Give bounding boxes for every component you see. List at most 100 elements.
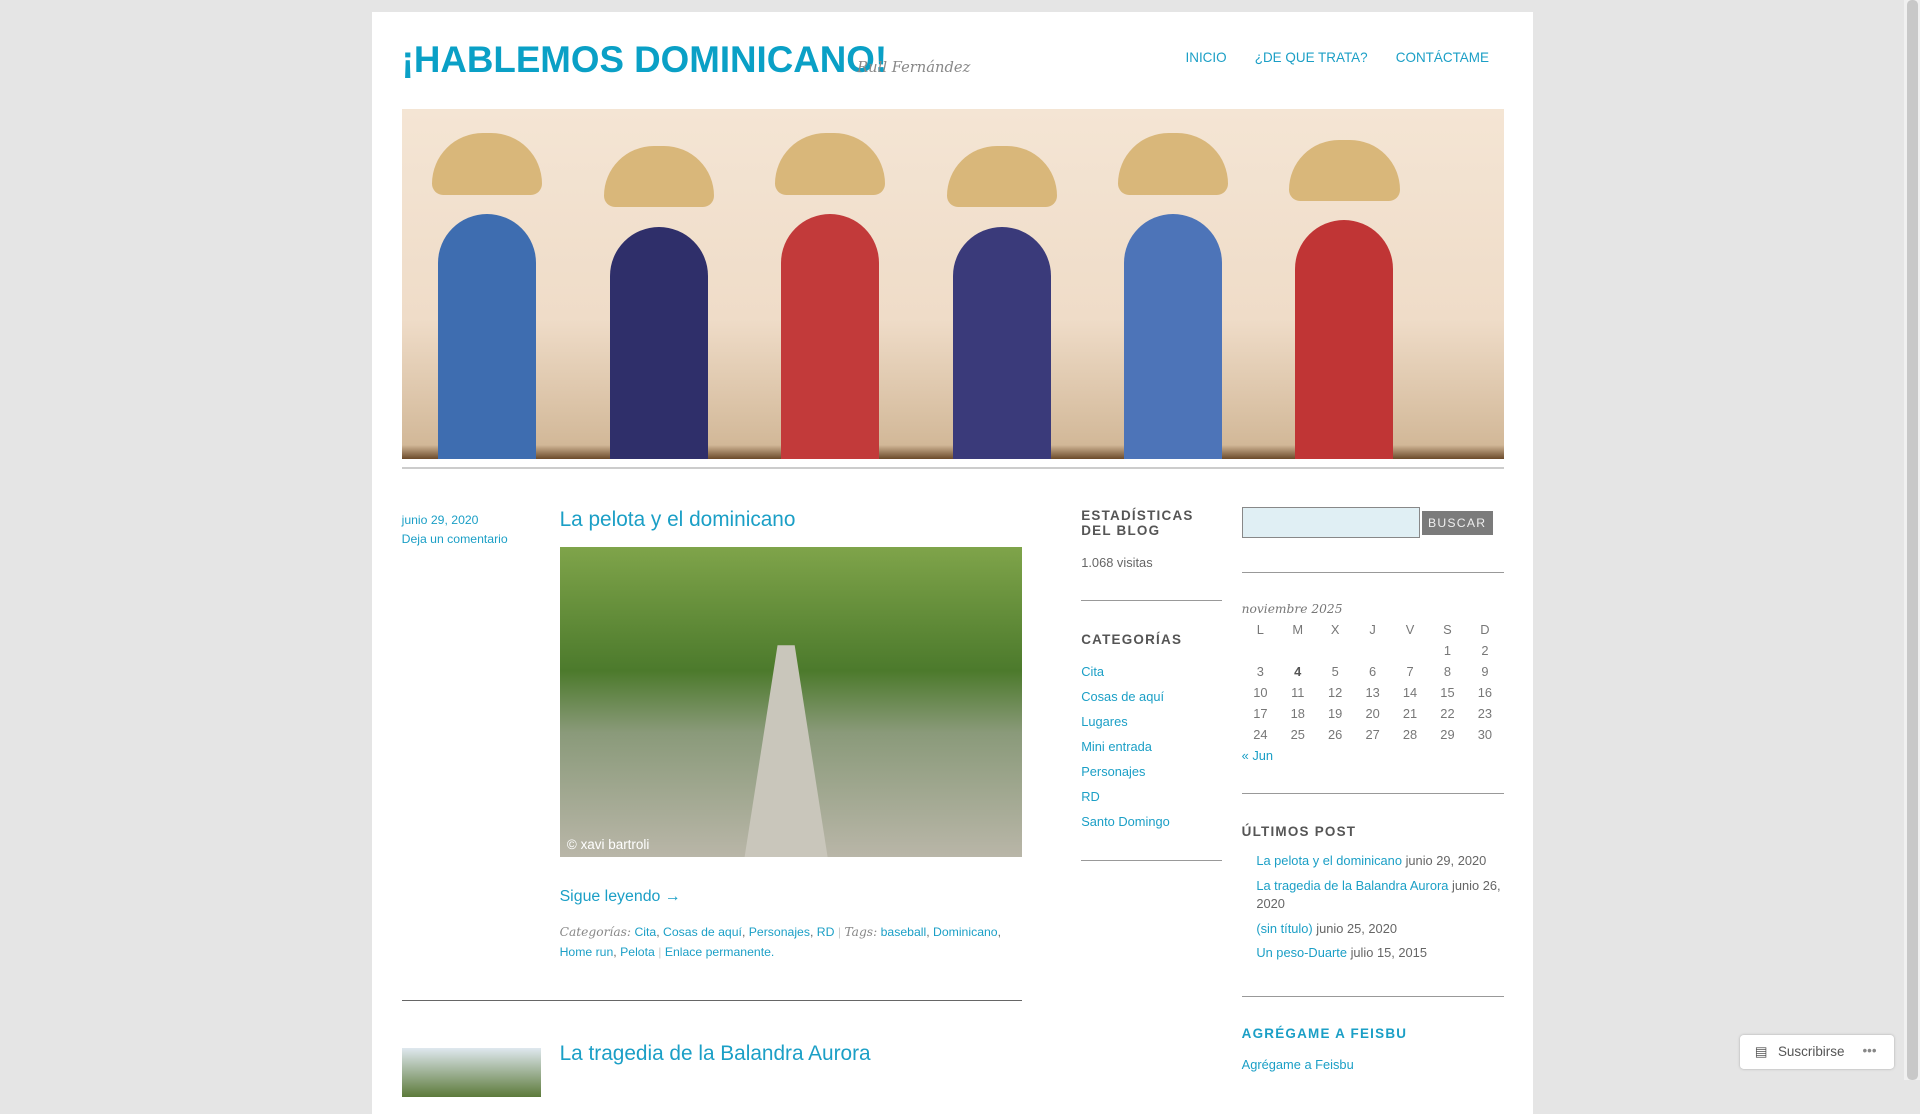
stats-widget-title: ESTADÍSTICAS DEL BLOG	[1081, 508, 1194, 539]
widget-divider	[1081, 599, 1223, 601]
calendar-week: 3 4 5 6 7 8 9	[1242, 661, 1504, 682]
post-image[interactable]: © xavi bartroli	[559, 547, 1023, 858]
recent-post-item: (sin título) junio 25, 2020	[1256, 920, 1507, 938]
subscribe-icon: ▤	[1754, 1044, 1768, 1060]
calendar-day: 22	[1440, 705, 1455, 721]
calendar-day: 18	[1290, 705, 1305, 721]
recent-posts-title: ÚLTIMOS POST	[1241, 824, 1357, 840]
calendar-day: 11	[1291, 684, 1305, 700]
visit-count: 1.068 visitas	[1081, 554, 1153, 570]
calendar-week: 10 11 12 13 14 15 16	[1242, 682, 1504, 703]
calendar-day	[1354, 640, 1391, 661]
recent-post-date: julio 15, 2015	[1350, 945, 1427, 961]
calendar-day-header: J	[1369, 622, 1376, 638]
widget-divider	[1241, 571, 1504, 573]
calendar-day-header: S	[1443, 622, 1452, 638]
comment-link[interactable]: Deja un comentario	[402, 532, 508, 546]
post2-title[interactable]: La tragedia de la Balandra Aurora	[560, 1042, 871, 1066]
calendar-day: 8	[1443, 664, 1452, 680]
category-item[interactable]: Cosas de aquí	[1081, 689, 1164, 704]
calendar-day-header: V	[1405, 622, 1415, 638]
widget-divider	[1081, 859, 1223, 861]
tag-link[interactable]: Pelota	[620, 945, 655, 959]
calendar-prev-link[interactable]: « Jun	[1242, 748, 1273, 763]
categories-label: Categorías:	[559, 925, 632, 940]
search-input[interactable]	[1241, 506, 1420, 539]
calendar-day	[1279, 640, 1316, 661]
calendar-day-header: M	[1292, 622, 1304, 638]
calendar-day: 12	[1328, 684, 1343, 700]
calendar-day	[1242, 640, 1279, 661]
category-link[interactable]: Cosas de aquí	[663, 925, 742, 939]
recent-post-date: junio 25, 2020	[1316, 920, 1397, 936]
calendar-day: 20	[1365, 705, 1380, 721]
tag-link[interactable]: Dominicano	[933, 925, 998, 939]
calendar: LMXJVSD 1 2 3 4 5 6 7 8 9 10 11 12 13 14 15 16 17 18 19 20 2…	[1242, 620, 1504, 745]
tags-label: Tags:	[844, 925, 878, 940]
post-title[interactable]: La pelota y el dominicano	[560, 508, 796, 532]
read-more-link[interactable]: Sigue leyendo →	[560, 888, 681, 906]
category-item[interactable]: Lugares	[1081, 714, 1127, 729]
facebook-widget-title[interactable]: AGRÉGAME A FEISBU	[1242, 1026, 1408, 1041]
recent-post-link[interactable]: La pelota y el dominicano	[1256, 853, 1402, 868]
calendar-day: 23	[1477, 705, 1493, 721]
nav-de-que-trata[interactable]: ¿DE QUE TRATA?	[1255, 50, 1368, 65]
category-link[interactable]: Personajes	[749, 925, 810, 939]
widget-divider	[1241, 793, 1504, 795]
category-item[interactable]: Mini entrada	[1081, 739, 1152, 754]
calendar-day: 24	[1253, 726, 1268, 742]
category-item[interactable]: Santo Domingo	[1081, 814, 1170, 829]
tag-link[interactable]: Home run	[560, 945, 614, 959]
calendar-day: 4	[1294, 664, 1302, 680]
calendar-day: 29	[1440, 726, 1455, 742]
calendar-day: 28	[1402, 726, 1418, 742]
calendar-day: 26	[1328, 726, 1343, 742]
calendar-day: 13	[1365, 684, 1380, 700]
calendar-day: 3	[1256, 664, 1264, 680]
subscribe-button[interactable]: Suscribirse	[1778, 1044, 1845, 1059]
recent-post-item: Un peso-Duarte julio 15, 2015	[1256, 944, 1507, 962]
post-divider	[401, 1000, 1023, 1002]
calendar-day: 16	[1477, 684, 1493, 700]
site-tagline: Rull Fernández	[857, 58, 971, 76]
image-credit: © xavi bartroli	[566, 837, 650, 853]
categories-list: Cita Cosas de aquí Lugares Mini entrada …	[1081, 659, 1170, 835]
recent-post-link[interactable]: Un peso-Duarte	[1256, 945, 1347, 960]
category-link[interactable]: RD	[817, 925, 835, 939]
recent-post-link[interactable]: La tragedia de la Balandra Aurora	[1256, 878, 1448, 893]
facebook-link[interactable]: Agrégame a Feisbu	[1242, 1057, 1354, 1072]
category-item[interactable]: RD	[1081, 789, 1100, 804]
recent-posts-list: La pelota y el dominicano junio 29, 2020…	[1256, 852, 1507, 968]
calendar-day: 5	[1331, 664, 1339, 680]
tag-link[interactable]: baseball	[881, 925, 927, 939]
calendar-day	[1316, 640, 1353, 661]
page: ¡HABLEMOS DOMINICANO! Rull Fernández INI…	[372, 12, 1534, 1114]
nav-inicio[interactable]: INICIO	[1185, 50, 1226, 65]
calendar-day: 19	[1328, 705, 1343, 721]
calendar-day-header: D	[1480, 622, 1490, 638]
recent-post-item: La tragedia de la Balandra Aurora junio …	[1256, 877, 1507, 914]
more-options-icon[interactable]: •••	[1862, 1043, 1876, 1058]
nav-contactame[interactable]: CONTÁCTAME	[1396, 50, 1489, 65]
category-item[interactable]: Cita	[1081, 664, 1104, 679]
search-button[interactable]: BUSCAR	[1421, 510, 1493, 536]
scrollbar-thumb[interactable]	[1906, 0, 1918, 1080]
main-nav: INICIO ¿DE QUE TRATA? CONTÁCTAME	[1185, 50, 1488, 65]
post-date[interactable]: junio 29, 2020	[402, 513, 479, 527]
calendar-day: 21	[1402, 705, 1418, 721]
recent-post-link[interactable]: (sin título)	[1256, 921, 1312, 936]
calendar-day: 17	[1253, 705, 1268, 721]
site-title[interactable]: ¡HABLEMOS DOMINICANO!	[402, 39, 887, 81]
category-item[interactable]: Personajes	[1081, 764, 1145, 779]
post2-thumbnail[interactable]	[401, 1048, 542, 1098]
permalink[interactable]: Enlace permanente.	[665, 945, 775, 959]
calendar-day: 10	[1253, 684, 1268, 700]
post-categories-tags: Categorías: Cita, Cosas de aquí, Persona…	[559, 925, 1002, 959]
calendar-day: 2	[1481, 643, 1489, 659]
calendar-day: 9	[1481, 664, 1489, 680]
scrollbar[interactable]	[1904, 0, 1920, 1080]
calendar-week: 24 25 26 27 28 29 30	[1242, 724, 1504, 745]
calendar-day: 27	[1365, 726, 1380, 742]
category-link[interactable]: Cita	[634, 925, 656, 939]
calendar-day: 15	[1440, 684, 1455, 700]
